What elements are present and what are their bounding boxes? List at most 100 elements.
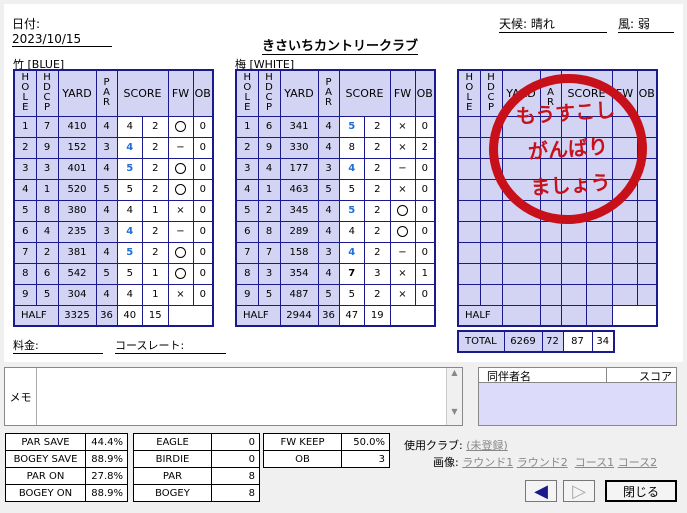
column-header-hdcp: HDCP (35, 69, 59, 117)
stat-value: 50.0% (341, 433, 390, 451)
hole-score: 4 (116, 136, 143, 159)
hole-number (457, 115, 481, 138)
column-header-hole-text: HOLE (463, 71, 475, 112)
hole-yard: 177 (279, 157, 319, 180)
hole-ob: 0 (192, 241, 214, 264)
hole-row (457, 241, 658, 264)
companion-score-header[interactable]: スコア (607, 368, 676, 383)
hole-par: 4 (317, 220, 340, 243)
hole-fw (389, 199, 416, 222)
column-header-score-text: SCORE (345, 86, 384, 100)
stat-value: 27.8% (85, 467, 128, 485)
round1-link[interactable]: ラウンド1 (462, 456, 513, 469)
hole-yard (501, 241, 541, 264)
next-button[interactable]: ▷ (563, 480, 595, 502)
hole-hdcp: 6 (257, 115, 281, 138)
hole-score (560, 262, 587, 285)
hole-hdcp (479, 199, 503, 222)
hole-putts: 1 (142, 283, 169, 306)
half-par: 36 (317, 304, 340, 327)
hole-row: 4 1 463 5 5 2 × 0 (235, 178, 436, 201)
hole-row: 5 8 380 4 4 1 × 0 (13, 199, 214, 222)
hole-number: 3 (13, 157, 37, 180)
hole-ob: 1 (414, 262, 436, 285)
stat-label: PAR SAVE (5, 433, 86, 451)
hole-number: 8 (235, 262, 259, 285)
hole-fw (167, 262, 194, 285)
hole-par: 5 (95, 178, 118, 201)
stat-value: 8 (211, 467, 260, 485)
hole-ob: 2 (414, 136, 436, 159)
column-header-hdcp-text: HDCP (41, 71, 53, 112)
scroll-up-icon[interactable]: ▲ (447, 368, 462, 377)
companion-name-header[interactable]: 同伴者名 (479, 368, 607, 383)
hole-putts: 2 (142, 157, 169, 180)
course2-link[interactable]: コース2 (618, 456, 657, 469)
hole-number (457, 220, 481, 243)
hole-yard: 520 (57, 178, 97, 201)
column-header-hole: HOLE (13, 69, 37, 117)
hole-par: 4 (317, 115, 340, 138)
hole-number (457, 136, 481, 159)
hole-score (560, 283, 587, 306)
hole-putts (586, 241, 613, 264)
memo-scrollbar[interactable]: ▲ ▼ (446, 368, 462, 425)
stat-label: BIRDIE (133, 450, 212, 468)
column-header-ob-text: OB (416, 86, 433, 100)
column-header-score: SCORE (116, 69, 169, 117)
hole-yard: 401 (57, 157, 97, 180)
prev-button[interactable]: ◀ (525, 480, 557, 502)
club-used-row: 使用クラブ: (未登録) (404, 437, 508, 453)
club-used-link[interactable]: (未登録) (466, 439, 508, 452)
half-empty (390, 305, 435, 326)
scroll-down-icon[interactable]: ▼ (447, 407, 462, 416)
round2-link[interactable]: ラウンド2 (517, 456, 568, 469)
hole-row: 2 9 152 3 4 2−0 (13, 136, 214, 159)
stat-value: 0 (211, 450, 260, 468)
hole-yard: 289 (279, 220, 319, 243)
half-yard: 2944 (279, 304, 319, 327)
stat-value: 44.4% (85, 433, 128, 451)
hole-number: 9 (13, 283, 37, 306)
hole-yard (501, 220, 541, 243)
column-header-fw-text: FW (171, 86, 190, 100)
hole-par (539, 262, 562, 285)
fee-label: 料金: (13, 337, 103, 354)
hole-yard: 152 (57, 136, 97, 159)
column-header-yard-text: YARD (62, 86, 92, 100)
hole-score: 5 (116, 241, 143, 264)
stat-value: 88.9% (85, 450, 128, 468)
hole-score: 4 (338, 241, 365, 264)
hole-yard: 341 (279, 115, 319, 138)
hole-yard: 380 (57, 199, 97, 222)
hole-number: 2 (13, 136, 37, 159)
hole-fw: × (389, 262, 416, 285)
hole-score (560, 220, 587, 243)
column-header-ob: OB (192, 69, 214, 117)
companions-list[interactable]: 同伴者名 スコア (478, 367, 677, 426)
hole-putts: 1 (142, 262, 169, 285)
hole-hdcp: 8 (35, 199, 59, 222)
hole-fw (611, 241, 638, 264)
hole-par: 4 (95, 283, 118, 306)
hole-ob: 0 (192, 115, 214, 138)
close-button[interactable]: 閉じる (605, 480, 677, 502)
hole-hdcp: 9 (257, 136, 281, 159)
hole-putts: 2 (142, 178, 169, 201)
hole-hdcp (479, 220, 503, 243)
hole-yard: 381 (57, 241, 97, 264)
hole-yard: 354 (279, 262, 319, 285)
hole-hdcp (479, 262, 503, 285)
hole-row: 2 9 330 4 8 2 × 2 (235, 136, 436, 159)
memo-field[interactable]: メモ ▲ ▼ (4, 367, 463, 426)
hole-fw (611, 262, 638, 285)
hole-putts: 2 (364, 115, 391, 138)
hole-ob: 0 (192, 199, 214, 222)
total-row: TOTAL 6269 72 87 34 (457, 330, 615, 353)
hole-row: 9 5 487 5 5 2 × 0 (235, 283, 436, 306)
half-score: 47 (338, 304, 365, 327)
course1-link[interactable]: コース1 (575, 456, 614, 469)
circle-icon (175, 120, 186, 132)
stat-label: BOGEY (133, 484, 212, 502)
hole-fw (611, 283, 638, 306)
